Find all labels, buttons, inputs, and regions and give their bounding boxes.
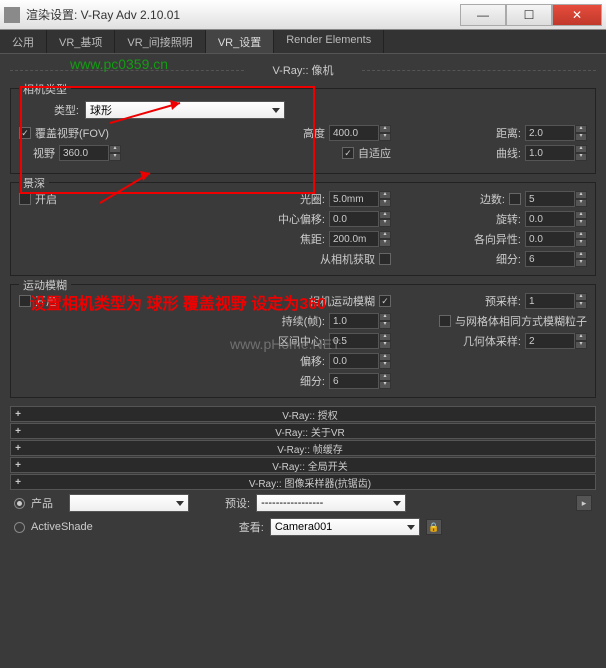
footer-row-2: ActiveShade 查看: Camera001 🔒 xyxy=(10,515,596,539)
aperture-label: 光圈: xyxy=(300,191,325,207)
rollup-license[interactable]: +V-Ray:: 授权 xyxy=(10,406,596,422)
override-fov-checkbox[interactable]: ✓ xyxy=(19,127,31,139)
dof-subdiv-label: 细分: xyxy=(496,251,521,267)
duration-spinner[interactable]: ▴▾ xyxy=(329,313,391,329)
presamp-label: 预采样: xyxy=(485,293,521,309)
dof-enable-checkbox[interactable] xyxy=(19,193,31,205)
bias-label: 偏移: xyxy=(300,353,325,369)
rot-label: 旋转: xyxy=(496,211,521,227)
rollup-global-switch[interactable]: +V-Ray:: 全局开关 xyxy=(10,457,596,473)
window-title: 渲染设置: V-Ray Adv 2.10.01 xyxy=(26,6,460,23)
chevron-down-icon xyxy=(176,501,184,506)
maximize-button[interactable]: ☐ xyxy=(506,4,552,26)
focal-spinner[interactable]: ▴▾ xyxy=(329,231,391,247)
motion-blur-group: 运动模糊 开启 相机运动模糊✓ 预采样:▴▾ 持续(帧):▴▾ 与网格体相同方式… xyxy=(10,284,596,398)
close-button[interactable]: ✕ xyxy=(552,4,602,26)
rollup-framebuffer[interactable]: +V-Ray:: 帧缓存 xyxy=(10,440,596,456)
fromcam-label: 从相机获取 xyxy=(320,251,375,267)
fromcam-checkbox[interactable] xyxy=(379,253,391,265)
type-label: 类型: xyxy=(19,102,79,118)
camblur-checkbox[interactable]: ✓ xyxy=(379,295,391,307)
minimize-button[interactable]: — xyxy=(460,4,506,26)
type-dropdown[interactable]: 球形 xyxy=(85,101,285,119)
rot-spinner[interactable]: ▴▾ xyxy=(525,211,587,227)
dist-label: 距离: xyxy=(496,125,521,141)
geosamp-label: 几何体采样: xyxy=(463,333,521,349)
footer-row-1: 产品 预设: ----------------- ▸ xyxy=(10,491,596,515)
centerbias-label: 中心偏移: xyxy=(278,211,325,227)
fov-spinner[interactable]: ▴▾ xyxy=(59,145,121,161)
height-spinner[interactable]: ▴▾ xyxy=(329,125,391,141)
blades-checkbox[interactable] xyxy=(509,193,521,205)
curve-spinner[interactable]: ▴▾ xyxy=(525,145,587,161)
blades-spinner[interactable]: ▴▾ xyxy=(525,191,587,207)
motion-subdiv-label: 细分: xyxy=(300,373,325,389)
tab-bar: 公用 VR_基项 VR_间接照明 VR_设置 Render Elements xyxy=(0,30,606,54)
dof-subdiv-spinner[interactable]: ▴▾ xyxy=(525,251,587,267)
curve-label: 曲线: xyxy=(496,145,521,161)
rollup-image-sampler[interactable]: +V-Ray:: 图像采样器(抗锯齿) xyxy=(10,474,596,490)
activeshade-label: ActiveShade xyxy=(31,521,93,533)
chevron-down-icon xyxy=(272,108,280,113)
adaptive-label: 自适应 xyxy=(358,145,391,161)
interval-label: 区间中心: xyxy=(278,333,325,349)
camblur-label: 相机运动模糊 xyxy=(309,293,375,309)
centerbias-spinner[interactable]: ▴▾ xyxy=(329,211,391,227)
rollup-about[interactable]: +V-Ray:: 关于VR xyxy=(10,423,596,439)
preset-dropdown[interactable]: ----------------- xyxy=(256,494,406,512)
duration-label: 持续(帧): xyxy=(282,313,325,329)
bias-spinner[interactable]: ▴▾ xyxy=(329,353,391,369)
dof-group: 景深 开启 光圈:▴▾ 边数:▴▾ 中心偏移:▴▾ 旋转:▴▾ 焦距:▴▾ 各向… xyxy=(10,182,596,276)
product-dropdown[interactable] xyxy=(69,494,189,512)
section-camera-header[interactable]: V-Ray:: 像机 xyxy=(10,60,596,80)
focal-label: 焦距: xyxy=(300,231,325,247)
dof-enable-label: 开启 xyxy=(35,191,57,207)
blades-label: 边数: xyxy=(480,191,505,207)
camera-type-legend: 相机类型 xyxy=(19,81,71,97)
tab-vr-indirect[interactable]: VR_间接照明 xyxy=(115,30,205,53)
preset-label: 预设: xyxy=(225,495,250,511)
content-area: V-Ray:: 像机 相机类型 类型: 球形 ✓ 覆盖视野(FOV) 高度 ▴▾… xyxy=(0,54,606,668)
camera-type-group: 相机类型 类型: 球形 ✓ 覆盖视野(FOV) 高度 ▴▾ 距离: ▴▾ 视野 … xyxy=(10,88,596,174)
anis-label: 各向异性: xyxy=(474,231,521,247)
override-fov-label: 覆盖视野(FOV) xyxy=(35,125,109,141)
app-icon xyxy=(4,7,20,23)
fov-label: 视野 xyxy=(19,145,55,161)
view-label: 查看: xyxy=(239,519,264,535)
tab-vr-basic[interactable]: VR_基项 xyxy=(47,30,115,53)
mesh-checkbox[interactable] xyxy=(439,315,451,327)
product-radio[interactable] xyxy=(14,498,25,509)
view-dropdown[interactable]: Camera001 xyxy=(270,518,420,536)
presamp-spinner[interactable]: ▴▾ xyxy=(525,293,587,309)
tab-common[interactable]: 公用 xyxy=(0,30,47,53)
chevron-down-icon xyxy=(407,525,415,530)
titlebar: 渲染设置: V-Ray Adv 2.10.01 — ☐ ✕ xyxy=(0,0,606,30)
dist-spinner[interactable]: ▴▾ xyxy=(525,125,587,141)
mesh-label: 与网格体相同方式模糊粒子 xyxy=(455,313,587,329)
chevron-down-icon xyxy=(393,501,401,506)
motion-enable-label: 开启 xyxy=(35,293,57,309)
motion-enable-checkbox[interactable] xyxy=(19,295,31,307)
adaptive-checkbox[interactable]: ✓ xyxy=(342,147,354,159)
interval-spinner[interactable]: ▴▾ xyxy=(329,333,391,349)
product-label: 产品 xyxy=(31,495,53,511)
aperture-spinner[interactable]: ▴▾ xyxy=(329,191,391,207)
lock-icon[interactable]: 🔒 xyxy=(426,519,442,535)
dof-legend: 景深 xyxy=(19,175,49,191)
tab-render-elements[interactable]: Render Elements xyxy=(274,30,384,53)
geosamp-spinner[interactable]: ▴▾ xyxy=(525,333,587,349)
anis-spinner[interactable]: ▴▾ xyxy=(525,231,587,247)
render-button[interactable]: ▸ xyxy=(576,495,592,511)
motion-legend: 运动模糊 xyxy=(19,277,71,293)
tab-vr-settings[interactable]: VR_设置 xyxy=(206,30,274,53)
height-label: 高度 xyxy=(303,125,325,141)
motion-subdiv-spinner[interactable]: ▴▾ xyxy=(329,373,391,389)
activeshade-radio[interactable] xyxy=(14,522,25,533)
